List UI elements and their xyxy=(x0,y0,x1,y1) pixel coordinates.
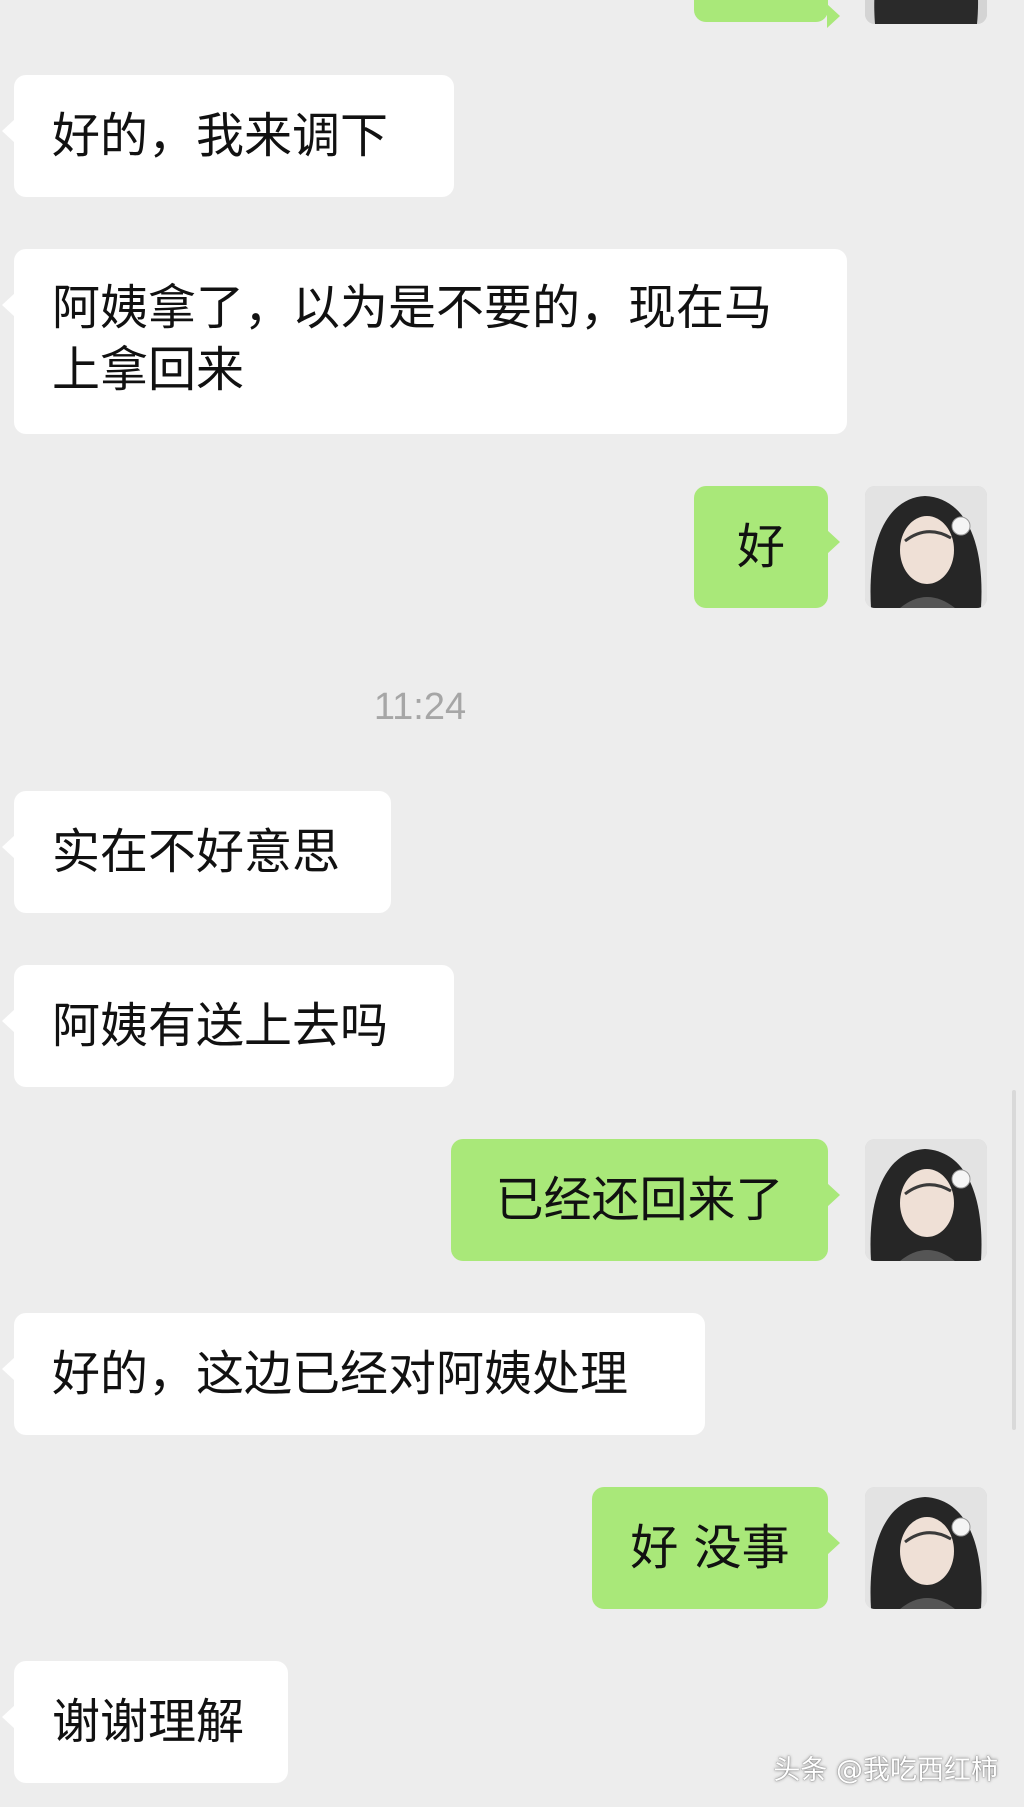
message-bubble-incoming[interactable]: 谢谢理解 xyxy=(2,1661,288,1783)
avatar-photo-icon xyxy=(865,1139,987,1261)
self-avatar[interactable] xyxy=(865,1487,987,1609)
message-bubble-incoming[interactable]: 实在不好意思 xyxy=(2,791,391,913)
self-avatar[interactable] xyxy=(865,486,987,608)
message-bubble-outgoing[interactable]: 好 没事 xyxy=(592,1487,840,1609)
message-bubble-incoming[interactable]: 好的，我来调下 xyxy=(2,75,454,197)
message-text: 谢谢理解 xyxy=(52,1694,245,1750)
watermark: 头条 @我吃西红柿 xyxy=(773,1755,998,1786)
chat-area: 好的，我来调下 阿姨拿了，以为是不要的，现在马上拿回来 好 11:24 实在不好… xyxy=(0,0,1024,1807)
self-avatar[interactable] xyxy=(865,0,987,24)
avatar-photo-icon xyxy=(865,0,987,24)
message-bubble-incoming[interactable]: 阿姨有送上去吗 xyxy=(2,965,454,1087)
message-text: 已经还回来了 xyxy=(495,1172,784,1228)
avatar-photo-icon xyxy=(865,486,987,608)
message-bubble-incoming[interactable]: 好的，这边已经对阿姨处理 xyxy=(2,1313,705,1435)
message-bubble-outgoing[interactable] xyxy=(694,0,840,28)
message-text: 好 xyxy=(736,519,785,575)
message-text: 阿姨有送上去吗 xyxy=(52,998,389,1054)
message-text: 好 没事 xyxy=(630,1520,790,1576)
message-text: 好的，我来调下 xyxy=(52,108,389,164)
message-text: 实在不好意思 xyxy=(52,824,341,880)
message-bubble-incoming[interactable]: 阿姨拿了，以为是不要的，现在马上拿回来 xyxy=(2,249,847,434)
scrollbar[interactable] xyxy=(1012,1090,1016,1430)
message-text: 阿姨拿了，以为是不要的，现在马上拿回来 xyxy=(52,280,773,398)
message-bubble-outgoing[interactable]: 已经还回来了 xyxy=(451,1139,840,1261)
avatar-photo-icon xyxy=(865,1487,987,1609)
message-bubble-outgoing[interactable]: 好 xyxy=(694,486,840,608)
message-text: 好的，这边已经对阿姨处理 xyxy=(52,1346,629,1402)
timestamp: 11:24 xyxy=(373,686,467,728)
self-avatar[interactable] xyxy=(865,1139,987,1261)
